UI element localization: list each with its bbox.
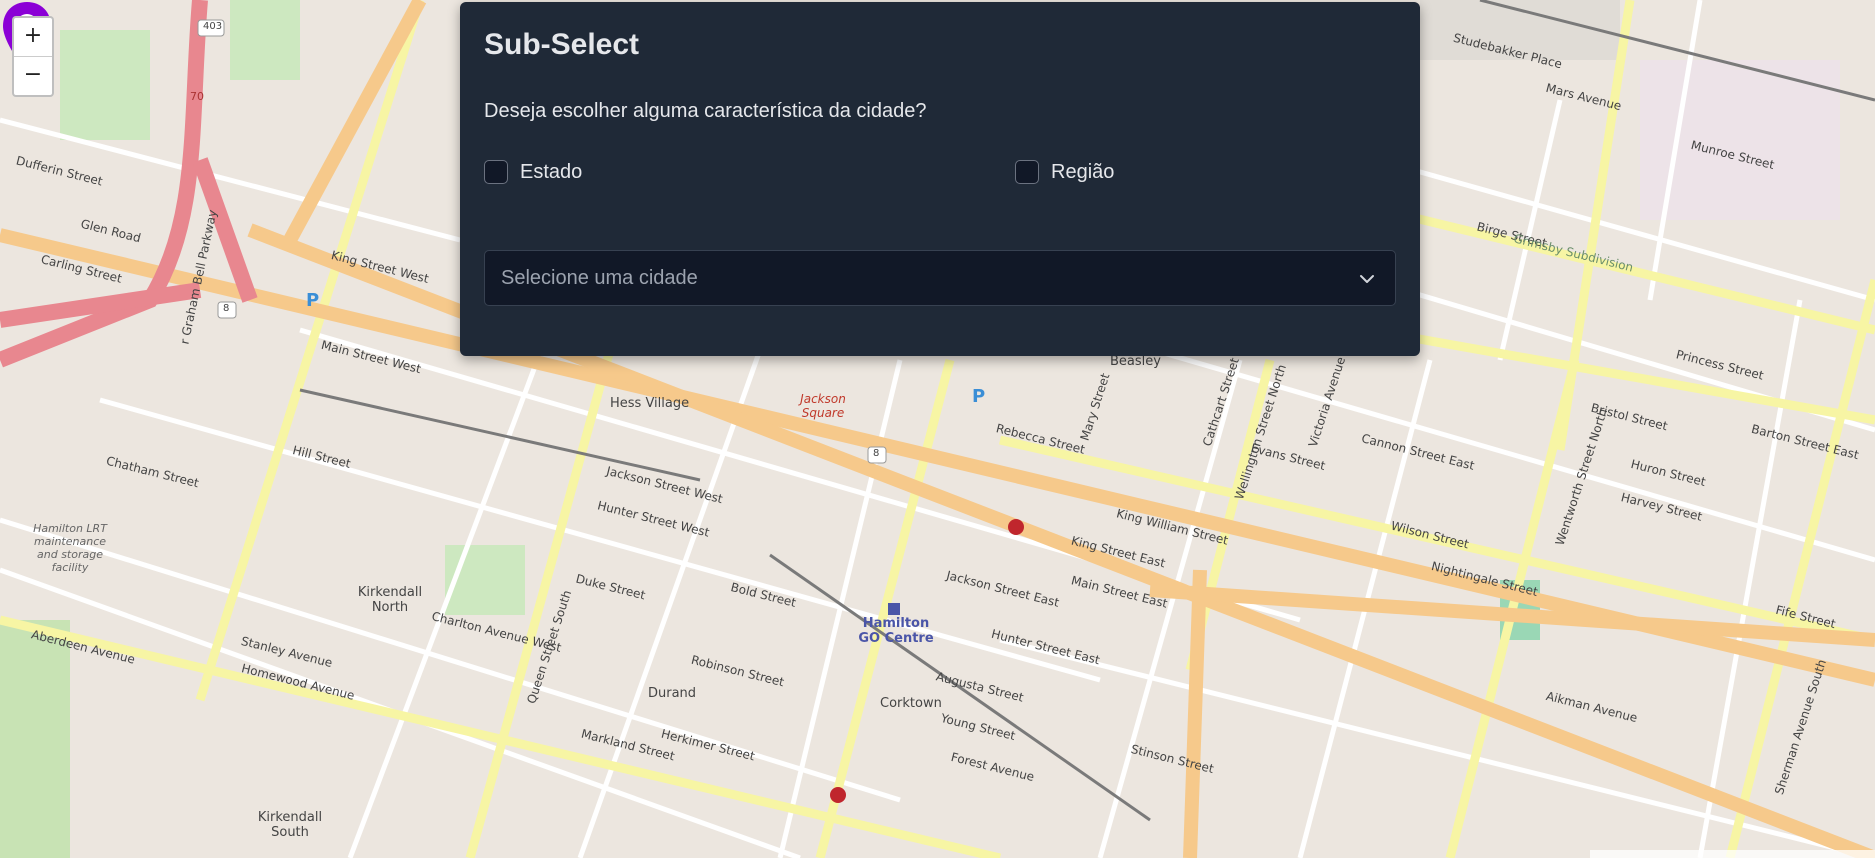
estado-checkbox[interactable] xyxy=(484,160,508,184)
panel-question: Deseja escolher alguma característica da… xyxy=(484,100,927,122)
regiao-checkbox[interactable] xyxy=(1015,160,1039,184)
chevron-down-icon xyxy=(1360,275,1374,283)
zoom-control: + − xyxy=(12,16,54,97)
place-label: Corktown xyxy=(880,696,942,711)
map-attribution xyxy=(1590,850,1875,858)
route-shield: 8 xyxy=(223,303,230,314)
parking-icon: P xyxy=(972,386,986,407)
place-label: Kirkendall North xyxy=(357,585,423,615)
estado-label: Estado xyxy=(520,160,583,183)
regiao-label: Região xyxy=(1051,160,1115,183)
zoom-in-button[interactable]: + xyxy=(14,18,52,56)
route-shield: 70 xyxy=(190,90,204,103)
place-label: Durand xyxy=(648,686,697,701)
city-select[interactable]: Selecione uma cidade xyxy=(484,250,1396,306)
place-label: Jackson Square xyxy=(800,392,846,420)
route-shield: 403 xyxy=(203,21,223,32)
parking-icon: P xyxy=(306,290,320,311)
route-shield: 8 xyxy=(873,448,880,459)
place-label: Hess Village xyxy=(610,396,690,411)
place-label: Kirkendall South xyxy=(257,810,323,840)
regiao-checkbox-option[interactable]: Região xyxy=(1015,160,1114,184)
estado-checkbox-option[interactable]: Estado xyxy=(484,160,582,184)
place-label: Beasley xyxy=(1110,354,1161,369)
station-label: Hamilton GO Centre xyxy=(858,616,934,646)
place-label: Hamilton LRT maintenance and storage fac… xyxy=(33,522,107,574)
zoom-out-button[interactable]: − xyxy=(14,56,52,95)
city-select-placeholder: Selecione uma cidade xyxy=(501,267,698,289)
sub-select-panel: Sub-Select Deseja escolher alguma caract… xyxy=(460,2,1420,356)
panel-title: Sub-Select xyxy=(484,28,640,61)
